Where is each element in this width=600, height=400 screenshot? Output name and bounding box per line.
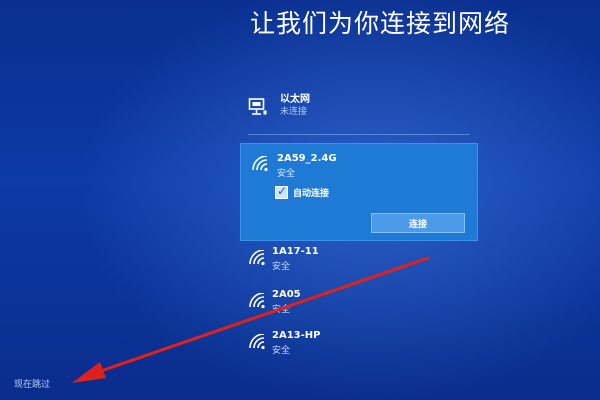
annotation-arrow-icon [72, 256, 430, 383]
